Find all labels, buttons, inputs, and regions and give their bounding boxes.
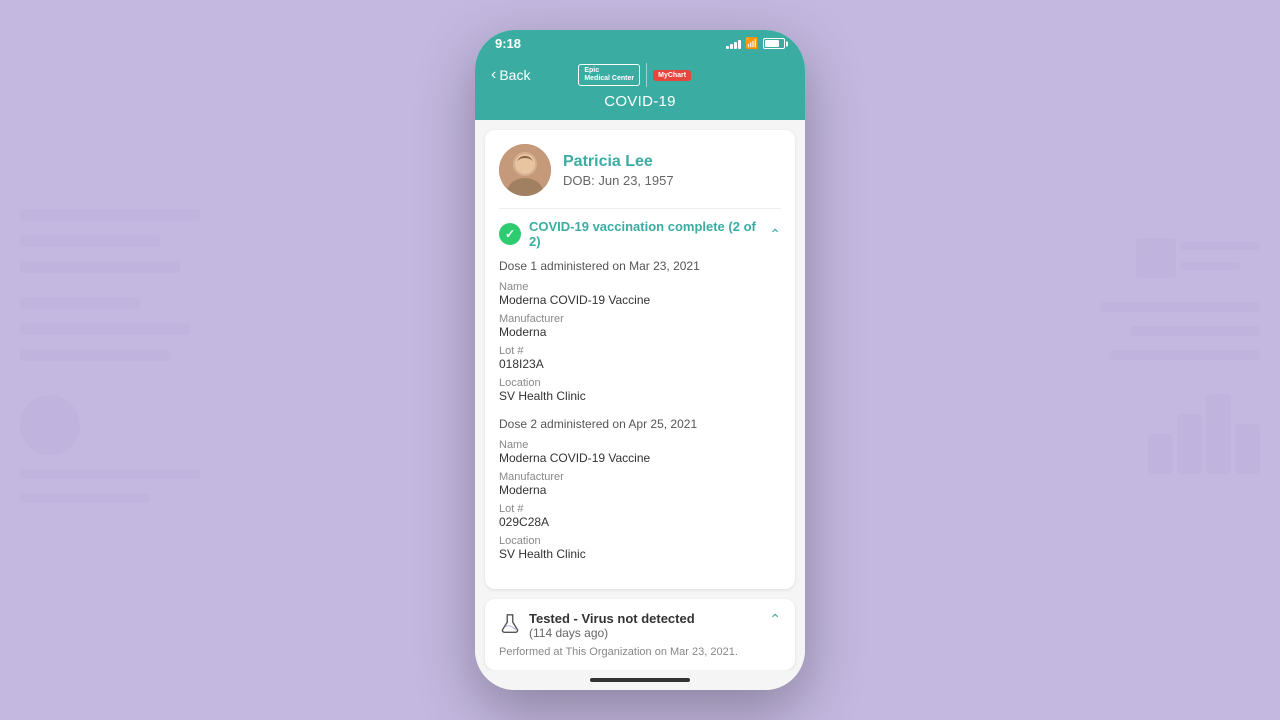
- dose2-lot-label: Lot #: [499, 503, 781, 515]
- dose2-location-field: Location SV Health Clinic: [499, 535, 781, 561]
- dose2-name-field: Name Moderna COVID-19 Vaccine: [499, 439, 781, 465]
- dose1-name-field: Name Moderna COVID-19 Vaccine: [499, 281, 781, 307]
- test-result-section: Tested - Virus not detected (114 days ag…: [485, 599, 795, 670]
- dose1-location-field: Location SV Health Clinic: [499, 377, 781, 403]
- patient-dob: DOB: Jun 23, 1957: [563, 173, 674, 188]
- dose2-name-label: Name: [499, 439, 781, 451]
- chevron-left-icon: ‹: [491, 66, 496, 84]
- dose2-manufacturer-field: Manufacturer Moderna: [499, 471, 781, 497]
- test-info: Tested - Virus not detected (114 days ag…: [529, 611, 695, 640]
- mychart-logo: MyChart: [653, 70, 691, 81]
- dose1-header: Dose 1 administered on Mar 23, 2021: [499, 259, 781, 273]
- dose2-section: Dose 2 administered on Apr 25, 2021 Name…: [499, 417, 781, 561]
- dose2-name-value: Moderna COVID-19 Vaccine: [499, 451, 781, 465]
- app-header: ‹ Back Epic Medical Center MyChart COVID…: [475, 55, 805, 120]
- dose1-lot-label: Lot #: [499, 345, 781, 357]
- dose2-lot-value: 029C28A: [499, 515, 781, 529]
- home-bar: [590, 678, 690, 682]
- patient-name: Patricia Lee: [563, 153, 674, 171]
- dose1-location-label: Location: [499, 377, 781, 389]
- back-label: Back: [499, 67, 530, 83]
- dose1-lot-value: 018I23A: [499, 357, 781, 371]
- dose2-manufacturer-label: Manufacturer: [499, 471, 781, 483]
- vaccination-status-section: COVID-19 vaccination complete (2 of 2) ⌃…: [499, 208, 781, 561]
- dose2-location-value: SV Health Clinic: [499, 547, 781, 561]
- avatar: [499, 144, 551, 196]
- dose1-section: Dose 1 administered on Mar 23, 2021 Name…: [499, 259, 781, 403]
- dose1-name-label: Name: [499, 281, 781, 293]
- dose1-manufacturer-label: Manufacturer: [499, 313, 781, 325]
- content-area: Patricia Lee DOB: Jun 23, 1957 COVID-19 …: [475, 120, 805, 670]
- status-time: 9:18: [495, 36, 521, 51]
- logo-area: Epic Medical Center MyChart: [578, 63, 691, 87]
- dose1-manufacturer-field: Manufacturer Moderna: [499, 313, 781, 339]
- dose2-location-label: Location: [499, 535, 781, 547]
- wifi-icon: 📶: [745, 37, 759, 50]
- dose1-location-value: SV Health Clinic: [499, 389, 781, 403]
- test-performed-text: Performed at This Organization on Mar 23…: [499, 646, 781, 658]
- dose1-lot-field: Lot # 018I23A: [499, 345, 781, 371]
- flask-icon: [499, 613, 521, 635]
- vaccination-status-text: COVID-19 vaccination complete (2 of 2): [529, 219, 769, 249]
- battery-icon: [763, 38, 785, 49]
- epic-logo: Epic Medical Center: [578, 64, 640, 87]
- dose2-lot-field: Lot # 029C28A: [499, 503, 781, 529]
- dose1-name-value: Moderna COVID-19 Vaccine: [499, 293, 781, 307]
- chevron-up-icon[interactable]: ⌃: [769, 226, 781, 243]
- phone-frame: 9:18 📶 ‹ Back Epic Medical Center: [475, 30, 805, 690]
- status-bar: 9:18 📶: [475, 30, 805, 55]
- back-button[interactable]: ‹ Back: [491, 66, 530, 84]
- test-result-days: (114 days ago): [529, 626, 695, 640]
- dose1-manufacturer-value: Moderna: [499, 325, 781, 339]
- home-indicator: [475, 670, 805, 690]
- check-circle-icon: [499, 223, 521, 245]
- dose2-header: Dose 2 administered on Apr 25, 2021: [499, 417, 781, 431]
- patient-info: Patricia Lee DOB: Jun 23, 1957: [563, 153, 674, 188]
- signal-icon: [726, 39, 741, 49]
- test-result-name: Tested - Virus not detected: [529, 611, 695, 626]
- page-title: COVID-19: [604, 93, 676, 110]
- patient-card: Patricia Lee DOB: Jun 23, 1957 COVID-19 …: [485, 130, 795, 589]
- dose2-manufacturer-value: Moderna: [499, 483, 781, 497]
- test-chevron-up-icon[interactable]: ⌃: [769, 611, 781, 628]
